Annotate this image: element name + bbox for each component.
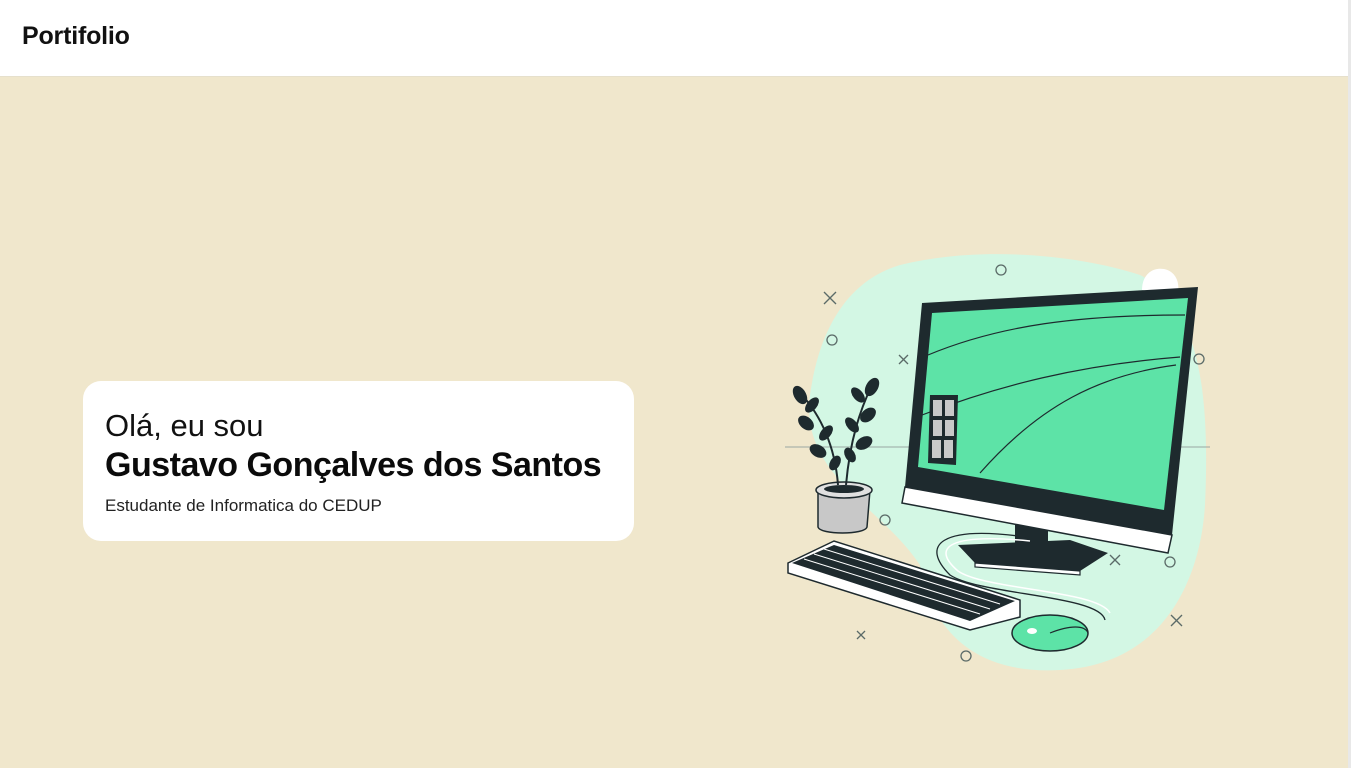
greeting-text: Olá, eu sou: [105, 408, 264, 443]
intro-card: Olá, eu sou Gustavo Gonçalves dos Santos…: [83, 381, 634, 541]
computer-desk-illustration: [785, 254, 1210, 671]
brand-logo[interactable]: Portifolio: [22, 22, 130, 51]
author-subtitle: Estudante de Informatica do CEDUP: [105, 496, 382, 515]
site-header: Portifolio: [0, 0, 1348, 77]
author-name: Gustavo Gonçalves dos Santos: [105, 446, 602, 484]
mouse-illustration: [1011, 614, 1089, 652]
